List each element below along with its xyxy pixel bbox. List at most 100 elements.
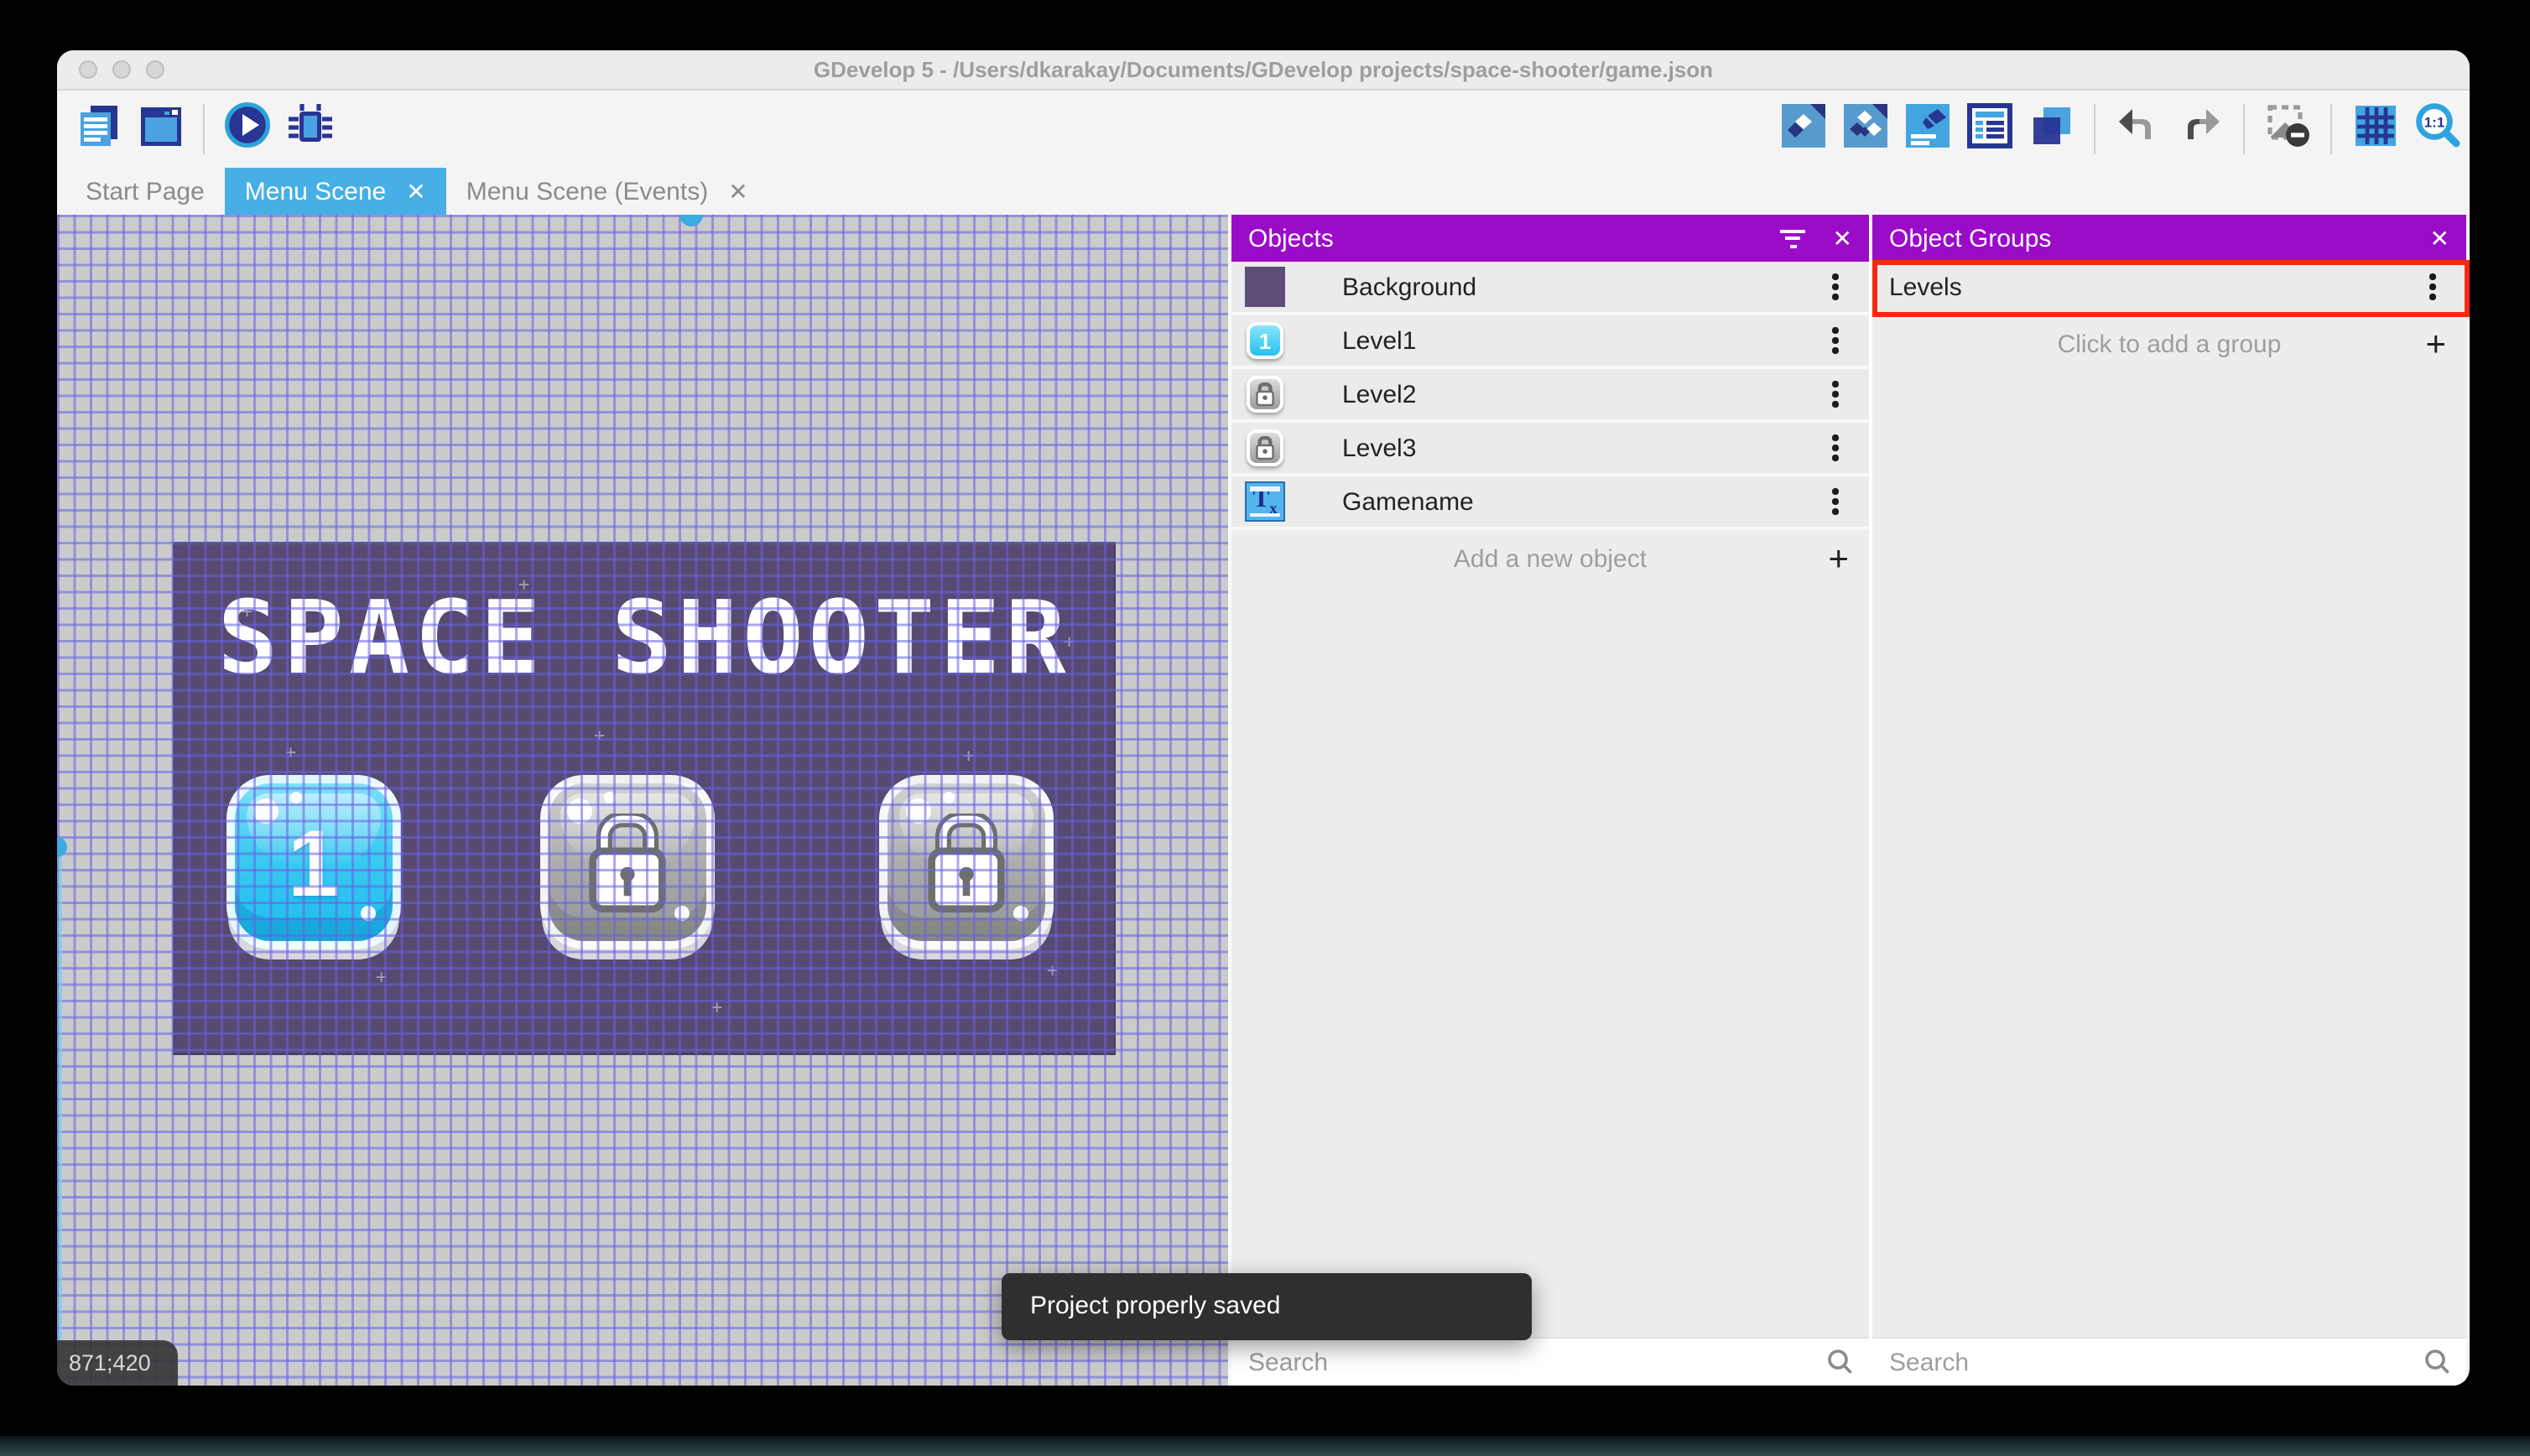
gdevelop-window: GDevelop 5 - /Users/dkarakay/Documents/G… (57, 50, 2470, 1386)
tab-menu-scene[interactable]: Menu Scene ✕ (224, 168, 446, 215)
undo-button[interactable] (2114, 105, 2163, 153)
tab-bar: Start Page Menu Scene ✕ Menu Scene (Even… (57, 168, 2470, 215)
toolbar-separator (2094, 104, 2095, 154)
mask-minus-icon (2264, 101, 2311, 157)
desktop: GDevelop 5 - /Users/dkarakay/Documents/G… (0, 0, 2530, 1456)
scene-editor-button[interactable] (136, 105, 185, 153)
open-object-groups-button[interactable] (1840, 103, 1889, 153)
selection-handle-left[interactable] (57, 837, 67, 857)
groups-search-input[interactable] (1872, 1339, 2466, 1386)
tab-label: Start Page (86, 177, 205, 205)
tab-start-page[interactable]: Start Page (65, 168, 225, 215)
group-row-levels[interactable]: Levels (1872, 262, 2466, 315)
locked-button-thumbnail (1245, 374, 1285, 414)
object-groups-panel-header: Object Groups ✕ (1872, 215, 2466, 262)
objects-panel: Objects ✕ Background 1 Level1 Level2 Lev… (1228, 215, 1869, 1386)
zoom-window-button[interactable] (146, 60, 164, 79)
redo-icon (2176, 101, 2225, 158)
plus-icon: + (2425, 325, 2446, 363)
toolbar-separator (2330, 104, 2332, 154)
locked-button-thumbnail (1245, 428, 1285, 468)
filter-icon[interactable] (1780, 229, 1806, 247)
object-row-level3[interactable]: Level3 (1231, 423, 1869, 476)
toggle-mask-button[interactable] (2263, 104, 2312, 153)
object-menu-kebab-icon[interactable] (1822, 268, 1849, 305)
selection-handle-top[interactable] (679, 215, 703, 226)
object-menu-kebab-icon[interactable] (1822, 376, 1849, 413)
minimize-window-button[interactable] (112, 60, 131, 79)
open-properties-button[interactable] (1903, 103, 1951, 153)
level2-button-instance[interactable] (540, 775, 715, 949)
objects-panel-title: Objects (1248, 224, 1334, 252)
layers-icon (2028, 101, 2074, 157)
grid-icon (2351, 101, 2398, 157)
object-menu-kebab-icon[interactable] (1822, 322, 1849, 359)
window-title: GDevelop 5 - /Users/dkarakay/Documents/G… (813, 57, 1714, 82)
instances-list-icon (1965, 101, 2012, 157)
selection-edge-line (59, 857, 62, 1386)
redo-button[interactable] (2176, 105, 2225, 153)
debug-button[interactable] (285, 103, 334, 153)
lock-icon (549, 783, 706, 941)
toolbar-separator (203, 104, 205, 154)
project-manager-icon (75, 101, 122, 157)
zoom-original-button[interactable]: 1:1 (2413, 102, 2461, 153)
open-instances-list-button[interactable] (1965, 102, 2013, 153)
close-tab-icon[interactable]: ✕ (728, 179, 747, 203)
object-groups-panel: Object Groups ✕ Levels Click to add a gr… (1869, 215, 2470, 1386)
object-menu-kebab-icon[interactable] (1822, 483, 1849, 520)
open-layers-button[interactable] (2027, 105, 2075, 153)
object-row-level1[interactable]: 1 Level1 (1231, 315, 1869, 369)
groups-search-bar (1872, 1337, 2466, 1386)
main-toolbar: 1:1 (57, 91, 2470, 168)
play-button[interactable] (223, 102, 272, 153)
add-new-group-button[interactable]: Click to add a group + (1872, 315, 2466, 372)
desktop-edge (0, 1436, 2530, 1456)
search-icon (1827, 1349, 1854, 1384)
scene-editor-canvas[interactable]: SPACE SHOOTER 1 (57, 215, 1228, 1386)
scene-window-icon (137, 101, 184, 157)
svg-text:1:1: 1:1 (2423, 114, 2444, 130)
title-bar: GDevelop 5 - /Users/dkarakay/Documents/G… (57, 50, 2470, 91)
play-icon (223, 101, 272, 158)
objects-search-bar (1231, 1337, 1869, 1386)
objects-search-input[interactable] (1231, 1339, 1869, 1386)
undo-icon (2114, 101, 2163, 158)
search-icon (2424, 1349, 2451, 1384)
object-menu-kebab-icon[interactable] (1822, 429, 1849, 466)
objects-panel-header: Objects ✕ (1231, 215, 1869, 262)
cursor-coordinates-badge: 871;420 (57, 1340, 178, 1386)
zoom-1-1-icon: 1:1 (2412, 100, 2462, 159)
tab-menu-scene-events[interactable]: Menu Scene (Events) ✕ (446, 168, 768, 215)
blue-button-thumbnail: 1 (1245, 320, 1285, 361)
object-row-level2[interactable]: Level2 (1231, 369, 1869, 423)
group-menu-kebab-icon[interactable] (2419, 268, 2446, 305)
close-panel-icon[interactable]: ✕ (2430, 224, 2449, 252)
level1-button-instance[interactable]: 1 (226, 775, 401, 949)
project-manager-button[interactable] (74, 105, 122, 153)
text-object-thumbnail: Tx (1245, 481, 1285, 522)
lock-icon (888, 783, 1045, 941)
tab-label: Menu Scene (Events) (466, 177, 709, 205)
close-window-button[interactable] (79, 60, 97, 79)
save-toast: Project properly saved (1002, 1273, 1532, 1340)
plus-icon: + (1828, 539, 1849, 578)
level3-button-instance[interactable] (879, 775, 1054, 949)
add-new-object-button[interactable]: Add a new object + (1231, 530, 1869, 587)
level1-number: 1 (287, 809, 341, 915)
scene-title-text[interactable]: SPACE SHOOTER (174, 589, 1114, 689)
object-row-gamename[interactable]: Tx Gamename (1231, 476, 1869, 530)
close-panel-icon[interactable]: ✕ (1833, 224, 1852, 252)
close-tab-icon[interactable]: ✕ (406, 179, 425, 203)
open-objects-editor-button[interactable] (1778, 103, 1827, 153)
object-row-background[interactable]: Background (1231, 262, 1869, 315)
object-groups-panel-title: Object Groups (1889, 224, 2052, 252)
debug-bug-icon (284, 100, 335, 159)
scene-properties-icon (1903, 101, 1950, 157)
toolbar-separator (2243, 104, 2245, 154)
game-scene-background[interactable]: SPACE SHOOTER 1 (173, 542, 1116, 1055)
toggle-grid-button[interactable] (2350, 105, 2399, 153)
object-icon (1779, 101, 1826, 157)
tab-label: Menu Scene (244, 177, 387, 205)
background-thumbnail (1245, 267, 1285, 307)
